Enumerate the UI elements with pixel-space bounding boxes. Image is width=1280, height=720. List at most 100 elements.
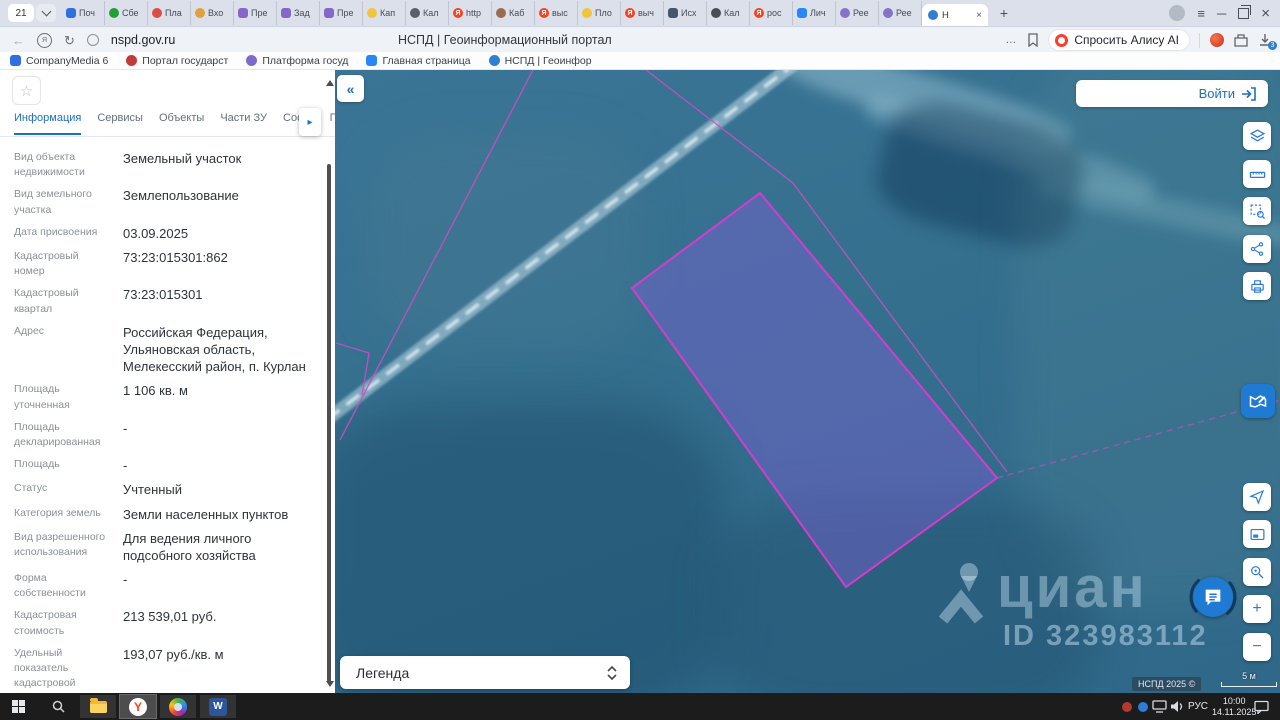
- browser-tab[interactable]: Я выч: [621, 1, 664, 25]
- browser-tab[interactable]: Пла: [148, 1, 191, 25]
- new-tab-button[interactable]: +: [994, 3, 1014, 23]
- taskbar-browser-sphere[interactable]: [160, 695, 196, 718]
- share-button[interactable]: [1243, 235, 1271, 263]
- bookmark-item[interactable]: Портал государст: [126, 55, 228, 67]
- browser-tab[interactable]: Пло: [578, 1, 621, 25]
- panel-tab[interactable]: Информация: [14, 112, 82, 135]
- bookmark-item[interactable]: НСПД | Геоинфор: [488, 55, 592, 67]
- more-icon[interactable]: …: [1005, 34, 1017, 46]
- language-indicator[interactable]: РУС: [1188, 693, 1208, 720]
- tab-list-dropdown[interactable]: [36, 4, 56, 22]
- panel-tab[interactable]: Объекты: [159, 112, 204, 135]
- window-close-button[interactable]: ×: [1261, 6, 1270, 21]
- attribute-list: Вид объекта недвижимости Земельный участ…: [14, 150, 316, 693]
- site-security-icon[interactable]: [86, 34, 99, 46]
- tab-label: Кал: [423, 8, 439, 18]
- annotate-tool-button-active[interactable]: [1241, 384, 1275, 418]
- browser-tab-active[interactable]: Н ×: [922, 4, 988, 26]
- attribute-label: Площадь: [14, 458, 60, 471]
- browser-tab[interactable]: Я выс: [535, 1, 578, 25]
- tabs-scroll-right-button[interactable]: ▸: [299, 108, 321, 136]
- url-text[interactable]: nspd.gov.ru: [111, 33, 175, 47]
- back-icon[interactable]: ←: [12, 34, 25, 47]
- taskbar-search-icon[interactable]: [52, 700, 65, 713]
- network-status[interactable]: [1152, 693, 1167, 720]
- browser-tab[interactable]: Сбе: [105, 1, 148, 25]
- tray-icon-1[interactable]: [1122, 693, 1132, 720]
- measure-button[interactable]: [1243, 160, 1271, 188]
- browser-tab[interactable]: Каб: [492, 1, 535, 25]
- window-minimize-button[interactable]: ─: [1217, 7, 1226, 20]
- bookmark-item[interactable]: Главная страница: [366, 55, 471, 67]
- favorite-star-button[interactable]: ☆: [12, 76, 41, 105]
- browser-tab[interactable]: Пре: [320, 1, 363, 25]
- browser-tab[interactable]: Я http: [449, 1, 492, 25]
- browser-tab[interactable]: Кал: [707, 1, 750, 25]
- window-restore-button[interactable]: [1238, 4, 1252, 19]
- bookmark-favicon: [488, 55, 500, 66]
- browser-tab[interactable]: Рее: [879, 1, 922, 25]
- browser-tab[interactable]: Рее: [836, 1, 879, 25]
- downloads-button[interactable]: 3: [1258, 33, 1277, 50]
- attribute-value: -: [123, 420, 128, 436]
- zoom-out-button[interactable]: −: [1243, 633, 1271, 661]
- chat-button[interactable]: [1193, 577, 1233, 617]
- layers-button[interactable]: [1243, 122, 1271, 150]
- browser-tab[interactable]: Исх: [664, 1, 707, 25]
- taskbar-yandex-browser-active[interactable]: Y: [119, 694, 157, 719]
- extension-icon[interactable]: [1210, 33, 1224, 47]
- map-annotate-icon: [1249, 395, 1267, 408]
- panel-tab[interactable]: Сервисы: [97, 112, 143, 135]
- panel-scrollbar[interactable]: [324, 72, 334, 691]
- browser-tab[interactable]: Я рос: [750, 1, 793, 25]
- collections-icon[interactable]: [1234, 33, 1248, 47]
- collapse-panel-button[interactable]: «: [337, 75, 364, 102]
- browser-menu-button[interactable]: ≡: [1197, 7, 1205, 20]
- bookmark-item[interactable]: CompanyMedia 6: [10, 55, 108, 67]
- panel-tab[interactable]: Части ЗУ: [220, 112, 267, 135]
- browser-tab[interactable]: Зад: [277, 1, 320, 25]
- legend-dropdown[interactable]: Легенда: [340, 656, 630, 689]
- map-canvas[interactable]: циан ID 323983112 « Войти + − Легенда НС…: [335, 70, 1280, 693]
- browser-tab[interactable]: Кап: [363, 1, 406, 25]
- notification-center[interactable]: [1254, 693, 1269, 720]
- tab-close-icon[interactable]: ×: [976, 10, 982, 21]
- attribute-label: Кадастровый квартал: [14, 287, 79, 315]
- taskbar-word[interactable]: W: [200, 695, 236, 718]
- tray-icon-2[interactable]: [1138, 693, 1148, 720]
- attribute-value: 73:23:015301:862: [123, 250, 228, 266]
- area-select-icon: [1250, 204, 1265, 219]
- selected-parcel[interactable]: [630, 191, 999, 589]
- attribute-value: 193,07 руб./кв. м: [123, 646, 224, 662]
- print-button[interactable]: [1243, 272, 1271, 300]
- browser-tab[interactable]: Кал: [406, 1, 449, 25]
- refresh-icon[interactable]: ↻: [64, 34, 75, 47]
- alice-ai-button[interactable]: Спросить Алису AI: [1049, 30, 1189, 50]
- area-select-button[interactable]: [1243, 197, 1271, 225]
- scrollbar-thumb[interactable]: [327, 164, 331, 682]
- browser-tab[interactable]: Вхо: [191, 1, 234, 25]
- object-search-button[interactable]: [1243, 558, 1271, 586]
- tab-favicon: [410, 8, 420, 18]
- browser-home-icon[interactable]: Я: [37, 32, 52, 48]
- profile-avatar[interactable]: [1169, 5, 1186, 21]
- bookmark-item[interactable]: Платформа госуд: [246, 55, 348, 67]
- tray-blue-icon: [1138, 701, 1148, 712]
- tab-counter[interactable]: 21: [8, 4, 34, 22]
- taskbar-file-explorer[interactable]: [80, 695, 116, 718]
- browser-tab[interactable]: Лич: [793, 1, 836, 25]
- network-icon: [1152, 700, 1167, 713]
- bookmark-icon[interactable]: [1027, 33, 1039, 47]
- browser-tab[interactable]: Пре: [234, 1, 277, 25]
- zoom-in-button[interactable]: +: [1243, 595, 1271, 623]
- overview-map-button[interactable]: [1243, 520, 1271, 548]
- clock[interactable]: 10:00 14.11.2025: [1212, 693, 1256, 720]
- scroll-down-icon[interactable]: [326, 681, 334, 687]
- start-button-icon[interactable]: [12, 700, 25, 713]
- scroll-up-icon[interactable]: [326, 80, 334, 86]
- volume-status[interactable]: [1170, 693, 1184, 720]
- locate-button[interactable]: [1243, 483, 1271, 511]
- login-button[interactable]: Войти: [1076, 80, 1268, 107]
- map-scale: 5 м: [1221, 671, 1277, 687]
- browser-tab[interactable]: Поч: [62, 1, 105, 25]
